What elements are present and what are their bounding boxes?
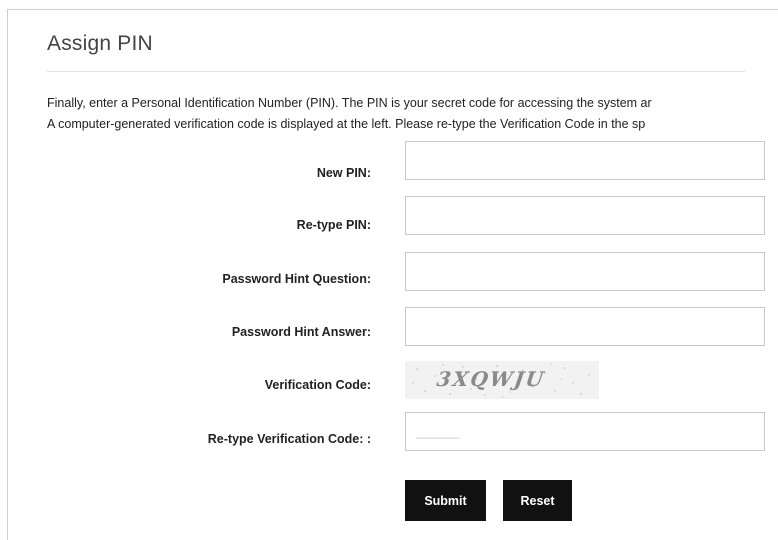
- retype-verification-input[interactable]: [405, 412, 765, 451]
- hint-answer-input[interactable]: [405, 307, 765, 346]
- hint-answer-label: Password Hint Answer:: [231, 325, 371, 339]
- captcha-image: 3XQWJU: [405, 361, 599, 399]
- new-pin-input[interactable]: [405, 141, 765, 180]
- page-title: Assign PIN: [47, 32, 153, 55]
- retype-pin-input[interactable]: [405, 196, 765, 235]
- title-divider: [47, 71, 745, 72]
- hint-question-input[interactable]: [405, 252, 765, 291]
- reset-button[interactable]: Reset: [503, 480, 572, 521]
- captcha-text: 3XQWJU: [435, 367, 547, 391]
- page-frame: Assign PIN Finally, enter a Personal Ide…: [7, 9, 778, 540]
- retype-pin-label: Re-type PIN:: [296, 218, 371, 232]
- verification-code-label: Verification Code:: [264, 378, 371, 392]
- intro-text-line-2: A computer-generated verification code i…: [47, 117, 646, 131]
- submit-button[interactable]: Submit: [405, 480, 486, 521]
- intro-text-line-1: Finally, enter a Personal Identification…: [47, 96, 652, 110]
- new-pin-label: New PIN:: [316, 166, 371, 180]
- retype-verification-label: Re-type Verification Code: :: [207, 432, 371, 446]
- hint-question-label: Password Hint Question:: [222, 272, 371, 286]
